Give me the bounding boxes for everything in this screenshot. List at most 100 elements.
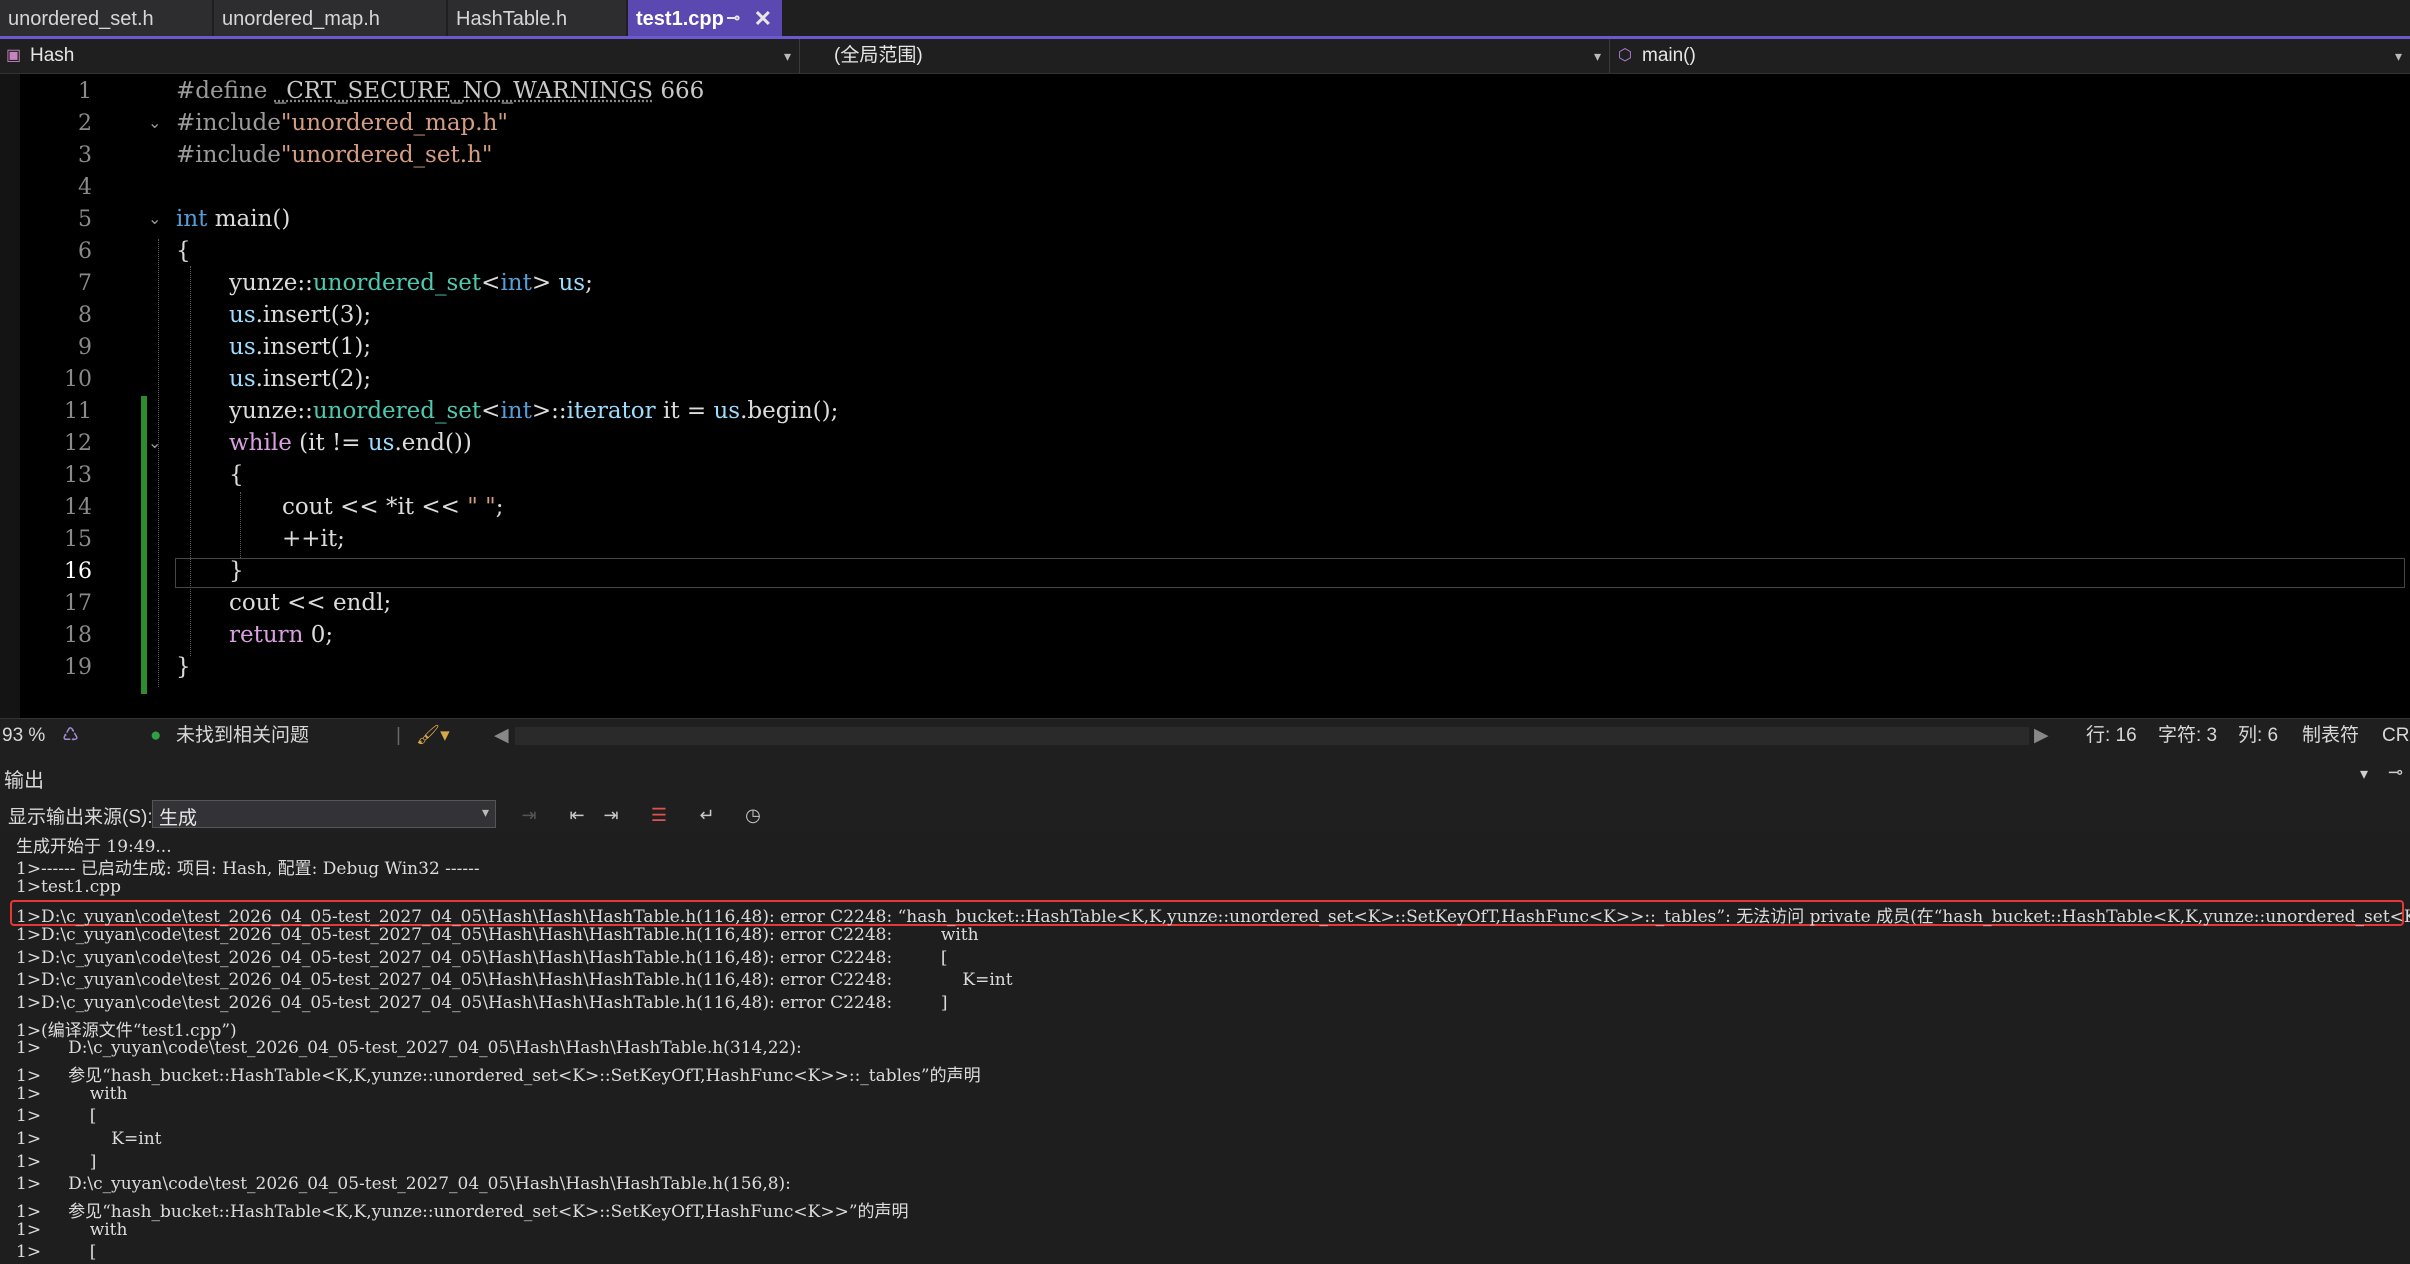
code-line: {: [176, 238, 191, 264]
go-to-source-icon[interactable]: ⇥: [516, 802, 542, 828]
line-number: 8: [78, 303, 92, 328]
keyword: while: [229, 430, 292, 456]
line-number: 18: [64, 623, 92, 648]
brush-icon[interactable]: 🖌▾: [416, 719, 450, 753]
code-text: .insert(2);: [255, 366, 372, 392]
output-title: 输出: [4, 770, 44, 792]
code-text: cout << *it <<: [282, 494, 468, 520]
line-number: 12: [64, 431, 92, 456]
member-dropdown[interactable]: ⬡ main() ▾: [1612, 39, 2410, 73]
code-text: .insert(3);: [255, 302, 372, 328]
indent-mode[interactable]: 制表符: [2302, 719, 2359, 753]
issues-status[interactable]: 未找到相关问题: [176, 719, 309, 753]
code-line: #include"unordered_set.h": [176, 142, 492, 168]
line-number: 4: [78, 175, 92, 200]
code-text: <: [481, 398, 501, 424]
code-text: ;: [585, 270, 593, 296]
separator: |: [396, 725, 401, 746]
collapse-icon[interactable]: ⌄: [148, 113, 161, 133]
string-literal: "unordered_map.h": [280, 110, 508, 136]
type-name: unordered_set: [312, 398, 482, 424]
tab-unordered-map-h[interactable]: unordered_map.h: [214, 0, 446, 36]
output-text-area[interactable]: 生成开始于 19:49... 1>------ 已启动生成: 项目: Hash,…: [0, 832, 2410, 1264]
next-message-icon[interactable]: ⇥: [598, 802, 624, 828]
pin-icon[interactable]: ⊸: [727, 0, 740, 38]
output-source-select[interactable]: 生成 ▾: [152, 800, 496, 829]
output-line: 1> [: [16, 1242, 97, 1262]
previous-message-icon[interactable]: ⇤: [564, 802, 590, 828]
cursor-char[interactable]: 字符: 3: [2158, 719, 2217, 753]
line-number: 1: [78, 79, 92, 104]
clear-all-icon[interactable]: ☰: [646, 802, 672, 828]
macro-name: _CRT_SECURE_NO_WARNINGS: [274, 78, 654, 104]
horizontal-scrollbar[interactable]: [515, 727, 2029, 745]
scroll-left-icon[interactable]: ◀: [494, 719, 509, 753]
code-line: cout << endl;: [229, 590, 392, 616]
output-panel-header: 输出 ▾ ⊸: [0, 754, 2410, 798]
code-line: us.insert(1);: [229, 334, 371, 360]
tab-unordered-set-h[interactable]: unordered_set.h: [0, 0, 212, 36]
output-line: 1> with: [16, 1084, 128, 1104]
line-number: 17: [64, 591, 92, 616]
line-number: 14: [64, 495, 92, 520]
line-number: 13: [64, 463, 92, 488]
check-icon: ●: [150, 725, 162, 746]
document-tab-bar: unordered_set.h unordered_map.h HashTabl…: [0, 0, 2410, 39]
scope-dropdown[interactable]: (全局范围) ▾: [806, 39, 1610, 73]
chevron-down-icon: ▾: [481, 804, 489, 820]
chevron-down-icon: ▾: [783, 48, 791, 64]
code-line: yunze::unordered_set<int> us;: [229, 270, 593, 296]
output-line: 1> with: [16, 1220, 128, 1240]
code-line: {: [229, 462, 244, 488]
cursor-line[interactable]: 行: 16: [2086, 719, 2137, 753]
code-line: while (it != us.end()): [229, 430, 472, 456]
output-line: 1>------ 已启动生成: 项目: Hash, 配置: Debug Win3…: [16, 859, 480, 879]
project-dropdown[interactable]: ▣ Hash ▾: [0, 39, 800, 73]
code-text: ;: [495, 494, 504, 520]
code-text: main(): [207, 206, 291, 232]
pin-icon[interactable]: ⊸: [2388, 762, 2403, 783]
zoom-level[interactable]: 93 %: [2, 719, 45, 753]
word-wrap-icon[interactable]: ↵: [694, 802, 720, 828]
output-line: 1>test1.cpp: [16, 877, 122, 897]
variable: us: [229, 302, 256, 328]
code-line: us.insert(2);: [229, 366, 371, 392]
code-line: return 0;: [229, 622, 333, 648]
string-literal: "unordered_set.h": [280, 142, 493, 168]
type-name: iterator: [566, 398, 656, 424]
variable: us: [229, 366, 256, 392]
cursor-column[interactable]: 列: 6: [2238, 719, 2278, 753]
member-name: main(): [1642, 45, 1696, 66]
code-text: 0;: [303, 622, 334, 648]
line-number: 9: [78, 335, 92, 360]
scope-name: (全局范围): [834, 45, 923, 66]
project-icon: ▣: [6, 47, 22, 64]
keyword: return: [229, 622, 304, 648]
tab-hashtable-h[interactable]: HashTable.h: [448, 0, 626, 36]
scroll-right-icon[interactable]: ▶: [2034, 719, 2049, 753]
tab-label: test1.cpp: [636, 8, 724, 30]
tab-test1-cpp[interactable]: test1.cpp ⊸ ✕: [628, 0, 782, 36]
code-line: cout << *it << " ";: [282, 494, 503, 520]
clock-icon[interactable]: ◷: [740, 802, 766, 828]
output-line-error: 1>D:\c_yuyan\code\test_2026_04_05-test_2…: [16, 907, 2410, 927]
code-line: int main(): [176, 206, 290, 232]
tab-label: unordered_map.h: [222, 8, 380, 30]
code-editor[interactable]: 1 2 3 4 5 6 7 8 9 10 11 12 13 14 15 16 1…: [0, 74, 2410, 718]
collapse-icon[interactable]: ⌄: [148, 433, 161, 453]
code-text: yunze::: [229, 398, 313, 424]
string-literal: " ": [467, 494, 496, 520]
chevron-down-icon[interactable]: ▾: [2360, 764, 2368, 784]
variable: us: [713, 398, 741, 424]
collapse-icon[interactable]: ⌄: [148, 209, 161, 229]
line-number: 19: [64, 655, 92, 680]
indent-guide: [240, 492, 241, 558]
close-icon[interactable]: ✕: [754, 0, 772, 38]
intellicode-icon[interactable]: ♺: [62, 719, 79, 753]
keyword: int: [176, 206, 208, 232]
code-line: ++it;: [282, 526, 345, 552]
indicator-margin: [0, 74, 20, 718]
output-line: 1>D:\c_yuyan\code\test_2026_04_05-test_2…: [16, 993, 948, 1013]
line-ending[interactable]: CRL: [2382, 719, 2410, 753]
current-line-highlight: [175, 558, 2405, 588]
